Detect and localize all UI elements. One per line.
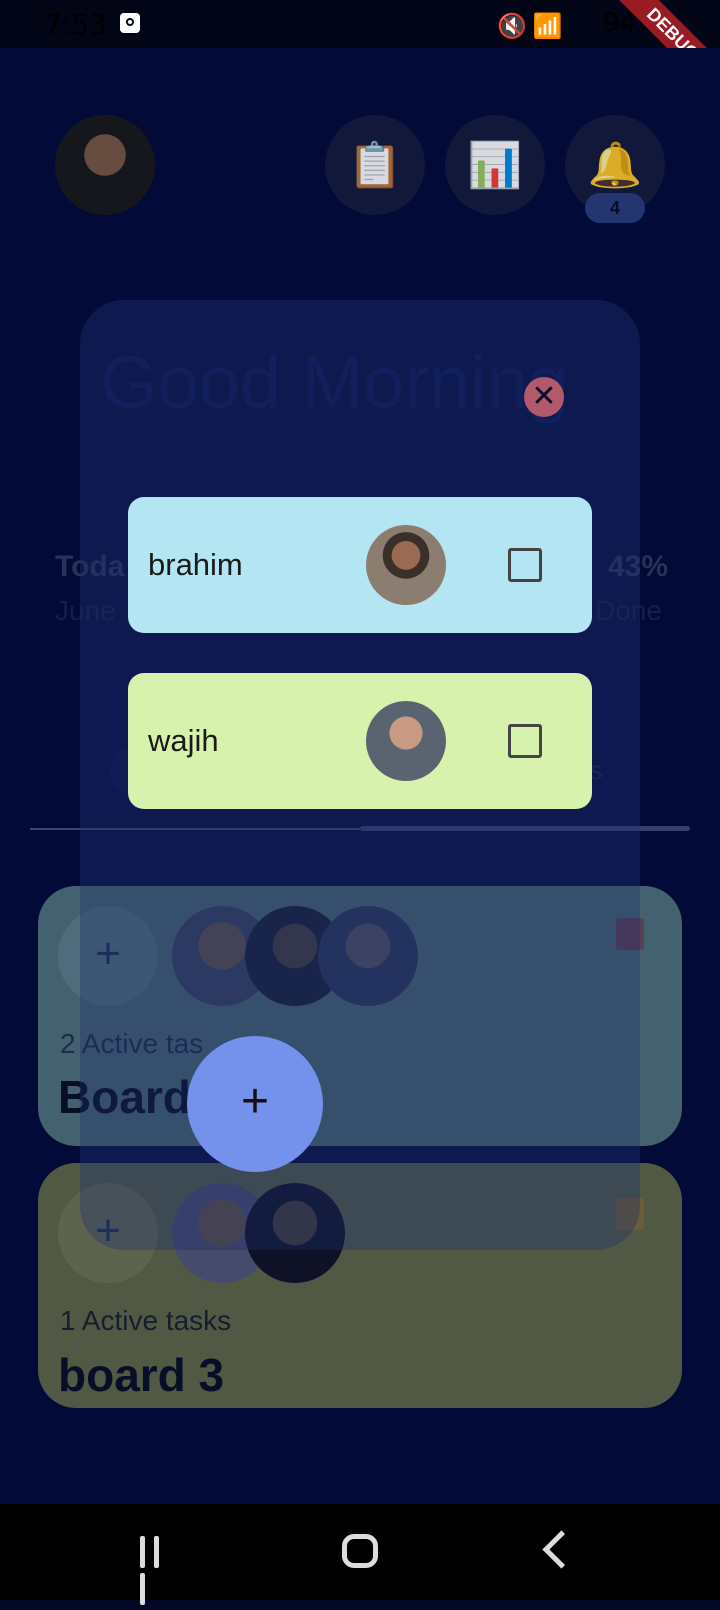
member-checkbox[interactable] xyxy=(508,724,542,758)
close-icon[interactable]: ✕ xyxy=(524,377,564,417)
status-time: 7:53 xyxy=(44,8,107,41)
home-icon[interactable] xyxy=(342,1534,378,1568)
member-name: wajih xyxy=(148,723,219,758)
member-checkbox[interactable] xyxy=(508,548,542,582)
recents-icon[interactable] xyxy=(140,1536,178,1605)
member-photo xyxy=(366,701,446,781)
plus-icon: + xyxy=(240,1075,270,1128)
member-photo xyxy=(366,525,446,605)
alarm-icon xyxy=(120,13,140,33)
member-name: brahim xyxy=(148,547,243,582)
status-icons: 🔇📶 xyxy=(497,13,569,40)
add-button[interactable]: + xyxy=(187,1036,323,1172)
member-row-wajih[interactable]: wajih xyxy=(128,673,592,809)
member-row-brahim[interactable]: brahim xyxy=(128,497,592,633)
